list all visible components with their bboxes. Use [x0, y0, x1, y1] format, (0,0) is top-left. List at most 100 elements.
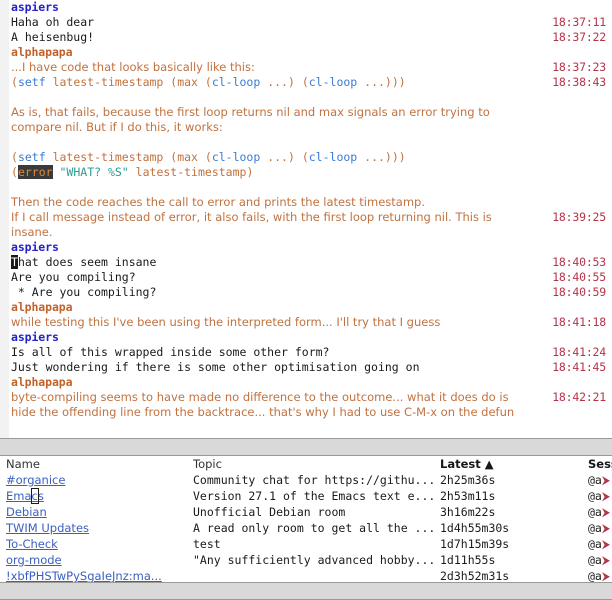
- message-body[interactable]: Then the code reaches the call to error …: [9, 195, 612, 210]
- lisp-keyword: cl-loop: [308, 150, 358, 164]
- sender-name: aspiers: [11, 0, 59, 14]
- room-session: @a⮞: [588, 473, 611, 487]
- room-name-link[interactable]: Debian: [6, 504, 47, 520]
- message-body[interactable]: while testing this I've been using the i…: [9, 315, 612, 330]
- message-body[interactable]: As is, that fails, because the first loo…: [9, 105, 612, 120]
- room-name-link[interactable]: To-Check: [6, 536, 58, 552]
- room-session: @a⮞: [588, 553, 611, 567]
- text-cursor: T: [11, 255, 18, 269]
- room-session: @a⮞: [588, 505, 611, 519]
- sort-ascending-icon: ▲: [484, 457, 494, 471]
- message-body-with-cursor[interactable]: That does seem insane 18:40:53: [9, 255, 612, 270]
- room-list-header[interactable]: Name Topic Latest ▲ Sess: [0, 456, 612, 472]
- message-body[interactable]: Haha oh dear 18:37:11: [9, 15, 612, 30]
- message-sender[interactable]: alphapapa: [9, 300, 612, 315]
- line-continuation-icon: ⮞: [601, 505, 611, 519]
- room-name-link[interactable]: org-mode: [6, 552, 62, 568]
- code-text: (setf latest-timestamp (max (cl-loop ...…: [11, 150, 406, 164]
- room-topic: test: [193, 537, 221, 551]
- room-topic: Unofficial Debian room: [193, 505, 346, 519]
- line-continuation-icon: ⮞: [601, 473, 611, 487]
- lisp-keyword: cl-loop: [211, 75, 261, 89]
- column-header-latest[interactable]: Latest ▲: [440, 456, 494, 472]
- text-cursor: c: [30, 488, 39, 504]
- room-list-row[interactable]: !xbfPHSTwPySgaIeJnz:ma... 2d3h52m31s @a⮞: [0, 568, 612, 582]
- room-latest-activity: 1d4h55m30s: [440, 521, 510, 535]
- message-sender[interactable]: alphapapa: [9, 45, 612, 60]
- code-text: (error "WHAT? %S" latest-timestamp): [11, 165, 254, 179]
- line-continuation-icon: ⮞: [601, 521, 611, 535]
- room-list-rows[interactable]: #organice Community chat for https://gith…: [0, 472, 612, 582]
- message-text: Is all of this wrapped inside some other…: [11, 345, 330, 359]
- emacs-frame: aspiers Haha oh dear 18:37:11 A heisenbug! 1…: [0, 0, 612, 600]
- room-latest-activity: 2h25m36s: [440, 473, 496, 487]
- message-code-line[interactable]: (setf latest-timestamp (max (cl-loop ...…: [9, 75, 612, 90]
- message-timestamp: 18:40:59: [552, 285, 606, 299]
- message-timestamp: 18:41:18: [552, 315, 606, 329]
- room-message-list[interactable]: aspiers Haha oh dear 18:37:11 A heisenbug! 1…: [9, 0, 612, 438]
- highlighted-symbol-error: error: [17, 165, 53, 179]
- message-body[interactable]: byte-compiling seems to have made no dif…: [9, 390, 612, 405]
- lisp-keyword: setf: [17, 75, 46, 89]
- room-name-link[interactable]: Emacs: [6, 488, 44, 504]
- sender-name: aspiers: [11, 330, 59, 344]
- room-latest-activity: 1d7h15m39s: [440, 537, 510, 551]
- message-body[interactable]: Are you compiling? 18:40:55: [9, 270, 612, 285]
- message-text: Haha oh dear: [11, 15, 95, 29]
- message-text: Just wondering if there is some other op…: [11, 360, 420, 374]
- room-message-window[interactable]: aspiers Haha oh dear 18:37:11 A heisenbug! 1…: [0, 0, 612, 438]
- message-body[interactable]: hide the offending line from the backtra…: [9, 405, 612, 420]
- lisp-string: "WHAT? %S": [59, 165, 129, 179]
- room-list-modeline[interactable]: U:%%- *Ement Rooms* 13% L7 (Ement room l…: [0, 582, 612, 600]
- room-name-link[interactable]: TWIM Updates: [6, 520, 89, 536]
- message-code-line[interactable]: (setf latest-timestamp (max (cl-loop ...…: [9, 150, 612, 165]
- message-body[interactable]: compare nil. But if I do this, it works:: [9, 120, 612, 135]
- message-text: If I call message instead of error, it a…: [11, 210, 492, 224]
- column-header-topic[interactable]: Topic: [193, 456, 222, 472]
- room-list-row[interactable]: #organice Community chat for https://gith…: [0, 472, 612, 488]
- column-header-name[interactable]: Name: [6, 456, 40, 472]
- room-name-link[interactable]: !xbfPHSTwPySgaIeJnz:ma...: [6, 568, 162, 582]
- message-sender[interactable]: aspiers: [9, 0, 612, 15]
- room-latest-activity: 3h16m22s: [440, 505, 496, 519]
- message-sender[interactable]: alphapapa: [9, 375, 612, 390]
- message-text: As is, that fails, because the first loo…: [11, 105, 490, 119]
- message-text: insane.: [11, 225, 53, 239]
- sender-name: alphapapa: [11, 300, 73, 314]
- message-code-line-error[interactable]: (error "WHAT? %S" latest-timestamp): [9, 165, 612, 180]
- message-text: Are you compiling?: [11, 270, 136, 284]
- room-modeline[interactable]: U:%*- *Ement Room: Emacs* 13% L25 (Ement…: [0, 438, 612, 456]
- message-body[interactable]: If I call message instead of error, it a…: [9, 210, 612, 225]
- message-body[interactable]: insane.: [9, 225, 612, 240]
- column-header-session[interactable]: Sess: [588, 456, 612, 472]
- message-body[interactable]: ...I have code that looks basically like…: [9, 60, 612, 75]
- room-list-row[interactable]: Emacs Version 27.1 of the Emacs text e...…: [0, 488, 612, 504]
- message-sender[interactable]: aspiers: [9, 330, 612, 345]
- message-body[interactable]: Just wondering if there is some other op…: [9, 360, 612, 375]
- message-timestamp: 18:40:53: [552, 255, 606, 269]
- code-text: (setf latest-timestamp (max (cl-loop ...…: [11, 75, 406, 89]
- message-timestamp: 18:39:25: [552, 210, 606, 224]
- room-name-link[interactable]: #organice: [6, 472, 65, 488]
- message-body[interactable]: Is all of this wrapped inside some other…: [9, 345, 612, 360]
- message-timestamp: 18:37:22: [552, 30, 606, 44]
- line-continuation-icon: ⮞: [601, 569, 611, 582]
- message-text: A heisenbug!: [11, 30, 95, 44]
- message-body[interactable]: A heisenbug! 18:37:22: [9, 30, 612, 45]
- room-topic: A read only room to get all the ...: [193, 521, 436, 535]
- room-list-row[interactable]: TWIM Updates A read only room to get all …: [0, 520, 612, 536]
- message-sender[interactable]: aspiers: [9, 240, 612, 255]
- room-session: @a⮞: [588, 489, 611, 503]
- message-timestamp: 18:42:21: [552, 390, 606, 404]
- sender-name: alphapapa: [11, 375, 73, 389]
- room-list-row[interactable]: org-mode "Any sufficiently advanced hobby…: [0, 552, 612, 568]
- message-body[interactable]: * Are you compiling? 18:40:59: [9, 285, 612, 300]
- room-list-row[interactable]: Debian Unofficial Debian room 3h16m22s @a⮞: [0, 504, 612, 520]
- room-session: @a⮞: [588, 569, 611, 582]
- room-list-window[interactable]: Name Topic Latest ▲ Sess #organice Commun…: [0, 456, 612, 582]
- line-continuation-icon: ⮞: [601, 489, 611, 503]
- room-list-row[interactable]: To-Check test 1d7h15m39s @a⮞: [0, 536, 612, 552]
